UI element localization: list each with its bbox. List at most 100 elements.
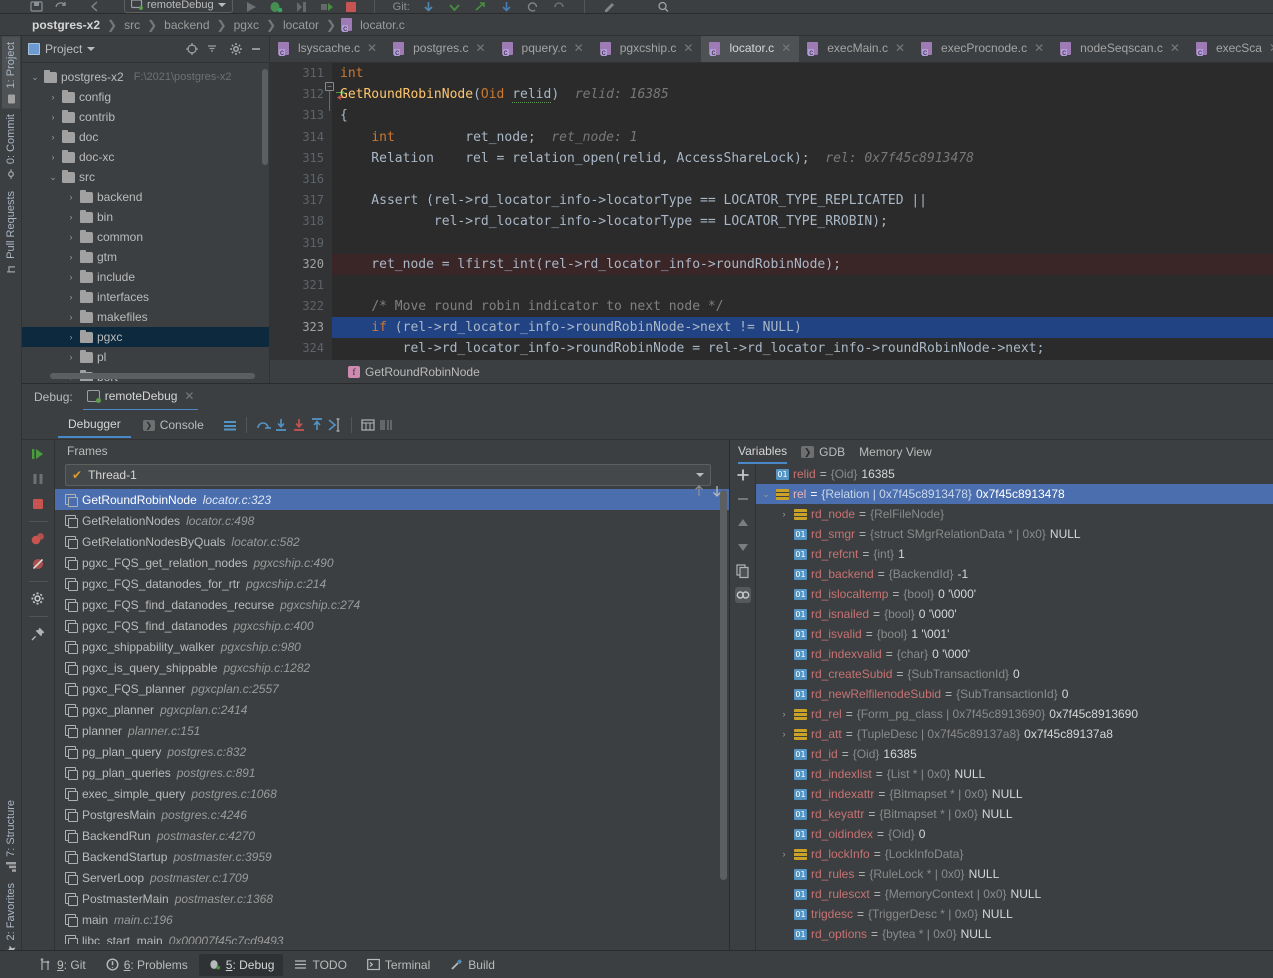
gutter-line-312[interactable]: 312 <box>270 84 346 105</box>
variable-row[interactable]: 01 rd_oidindex = {Oid} 0 <box>756 824 1273 844</box>
frame-row[interactable]: GetRelationNodes locator.c:498 <box>55 510 729 531</box>
code-line-324[interactable]: rel->rd_locator_info->roundRobinNode = r… <box>332 338 1273 359</box>
code-line-321[interactable] <box>332 275 1273 296</box>
sidebar-item-project[interactable]: 1: Project <box>1 36 20 109</box>
editor-tab-pgxcship-c[interactable]: pgxcship.c ✕ <box>592 36 702 62</box>
pin-tab-icon[interactable] <box>30 626 46 642</box>
gear-icon[interactable] <box>229 42 243 56</box>
copy-value-icon[interactable] <box>735 563 751 579</box>
variable-row[interactable]: 01 relid = {Oid} 16385 <box>756 464 1273 484</box>
editor-gutter[interactable]: 3113123133143153163173183193203213223233… <box>270 63 349 360</box>
variable-row[interactable]: 01 rd_backend = {BackendId} -1 <box>756 564 1273 584</box>
tree-row-include[interactable]: › include <box>22 267 269 287</box>
gutter-line-324[interactable]: 324 <box>270 338 332 359</box>
frame-row[interactable]: BackendRun postmaster.c:4270 <box>55 825 729 846</box>
frame-row[interactable]: pgxc_shippability_walker pgxcship.c:980 <box>55 636 729 657</box>
edit-icon[interactable] <box>603 1 617 12</box>
breadcrumb-item-2[interactable]: backend <box>162 18 211 32</box>
gutter-line-320[interactable]: 320 <box>270 254 349 276</box>
save-icon[interactable] <box>30 1 44 12</box>
chevron-right-icon[interactable]: › <box>66 292 76 302</box>
frame-row[interactable]: ServerLoop postmaster.c:1709 <box>55 867 729 888</box>
inspect-icon[interactable] <box>734 587 751 603</box>
editor-tab-execProcnode-c[interactable]: execProcnode.c ✕ <box>913 36 1052 62</box>
close-icon[interactable]: ✕ <box>184 389 194 403</box>
tree-row-config[interactable]: › config <box>22 87 269 107</box>
chevron-right-icon[interactable]: › <box>778 849 790 859</box>
layout-icon[interactable] <box>222 417 238 433</box>
stop-icon[interactable] <box>345 1 356 12</box>
update-project-icon[interactable] <box>422 1 436 12</box>
frame-row[interactable]: exec_simple_query postgres.c:1068 <box>55 783 729 804</box>
code-line-320[interactable]: ret_node = lfirst_int(rel->rd_locator_in… <box>332 253 1273 275</box>
gutter-line-313[interactable]: 313 <box>270 105 332 126</box>
mute-breakpoints-icon[interactable] <box>30 556 46 572</box>
code-line-323[interactable]: if (rel->rd_locator_info->roundRobinNode… <box>332 317 1273 339</box>
chevron-right-icon[interactable]: › <box>66 212 76 222</box>
variable-row[interactable]: 01 rd_indexattr = {Bitmapset * | 0x0} NULL <box>756 784 1273 804</box>
editor-tab-execMain-c[interactable]: execMain.c ✕ <box>799 36 913 62</box>
variable-row[interactable]: 01 rd_indexvalid = {char} 0 '\000' <box>756 644 1273 664</box>
frame-row[interactable]: planner planner.c:151 <box>55 720 729 741</box>
gutter-line-319[interactable]: 319 <box>270 233 332 254</box>
chevron-down-icon[interactable]: ⌄ <box>48 172 58 183</box>
editor-tab-nodeSeqscan-c[interactable]: nodeSeqscan.c ✕ <box>1052 36 1188 62</box>
frame-row[interactable]: pg_plan_queries postgres.c:891 <box>55 762 729 783</box>
tree-row-makefiles[interactable]: › makefiles <box>22 307 269 327</box>
variable-row[interactable]: 01 rd_isvalid = {bool} 1 '\001' <box>756 624 1273 644</box>
back-arrow-icon[interactable] <box>88 1 102 12</box>
chevron-down-icon[interactable] <box>87 47 96 51</box>
code-line-314[interactable]: int ret_node; ret_node: 1 <box>332 127 1273 148</box>
collapse-all-icon[interactable] <box>205 42 219 56</box>
chevron-right-icon[interactable]: › <box>48 92 58 102</box>
tree-row-gtm[interactable]: › gtm <box>22 247 269 267</box>
status-bar-todo-button[interactable]: TODO <box>285 954 355 976</box>
editor-tab-lsyscache-c[interactable]: lsyscache.c ✕ <box>270 36 385 62</box>
breadcrumb-file[interactable]: locator.c <box>358 18 407 32</box>
close-icon[interactable]: ✕ <box>475 41 485 55</box>
tree-row-doc-xc[interactable]: › doc-xc <box>22 147 269 167</box>
code-line-317[interactable]: Assert (rel->rd_locator_info->locatorTyp… <box>332 190 1273 211</box>
tab-gdb[interactable]: ❯ GDB <box>801 440 845 464</box>
chevron-right-icon[interactable]: › <box>66 232 76 242</box>
tree-row-src[interactable]: ⌄ src <box>22 167 269 187</box>
tree-row-doc[interactable]: › doc <box>22 127 269 147</box>
breadcrumb-item-1[interactable]: src <box>122 18 142 32</box>
tree-row-contrib[interactable]: › contrib <box>22 107 269 127</box>
editor-tab-bar[interactable]: lsyscache.c✕postgres.c✕pquery.c✕pgxcship… <box>270 36 1273 63</box>
code-line-316[interactable] <box>332 169 1273 190</box>
variable-row[interactable]: › rd_att = {TupleDesc | 0x7f45c89137a8} 0x7f… <box>756 724 1273 744</box>
coverage-icon[interactable] <box>294 1 308 12</box>
gutter-line-315[interactable]: 315 <box>270 148 332 169</box>
tree-row-bin[interactable]: › bin <box>22 207 269 227</box>
tab-memory-view[interactable]: Memory View <box>859 440 931 464</box>
project-vertical-scrollbar[interactable] <box>262 69 268 165</box>
breadcrumb-item-4[interactable]: locator <box>281 18 321 32</box>
view-breakpoints-icon[interactable] <box>30 531 46 547</box>
run-to-cursor-icon[interactable] <box>327 417 343 433</box>
frame-row[interactable]: pgxc_planner pgxcplan.c:2414 <box>55 699 729 720</box>
frames-scrollbar[interactable] <box>720 490 727 880</box>
status-bar-build-button[interactable]: Build <box>441 954 504 976</box>
variable-row[interactable]: 01 rd_isnailed = {bool} 0 '\000' <box>756 604 1273 624</box>
run-configuration-selector[interactable]: remoteDebug <box>124 0 233 13</box>
variable-row[interactable]: 01 rd_indexlist = {List * | 0x0} NULL <box>756 764 1273 784</box>
run-icon[interactable] <box>246 1 256 12</box>
tree-row-pgxc[interactable]: › pgxc <box>22 327 269 347</box>
gutter-line-314[interactable]: 314 <box>270 127 332 148</box>
frame-row[interactable]: pgxc_FQS_planner pgxcplan.c:2557 <box>55 678 729 699</box>
pull-icon[interactable] <box>500 1 514 12</box>
code-line-319[interactable] <box>332 233 1273 254</box>
search-icon[interactable] <box>657 1 671 13</box>
code-line-311[interactable]: int <box>332 63 1273 84</box>
undo-icon[interactable] <box>552 1 566 12</box>
code-line-318[interactable]: rel->rd_locator_info->locatorType == LOC… <box>332 211 1273 232</box>
close-icon[interactable]: ✕ <box>1269 41 1273 55</box>
frame-row[interactable]: GetRelationNodesByQuals locator.c:582 <box>55 531 729 552</box>
evaluate-expression-icon[interactable] <box>360 417 376 433</box>
hide-panel-icon[interactable] <box>249 42 263 56</box>
editor-tab-pquery-c[interactable]: pquery.c ✕ <box>494 36 592 62</box>
close-icon[interactable]: ✕ <box>367 41 377 55</box>
stop-icon[interactable] <box>30 496 46 512</box>
sidebar-item-favorites[interactable]: 2: Favorites <box>2 877 20 960</box>
